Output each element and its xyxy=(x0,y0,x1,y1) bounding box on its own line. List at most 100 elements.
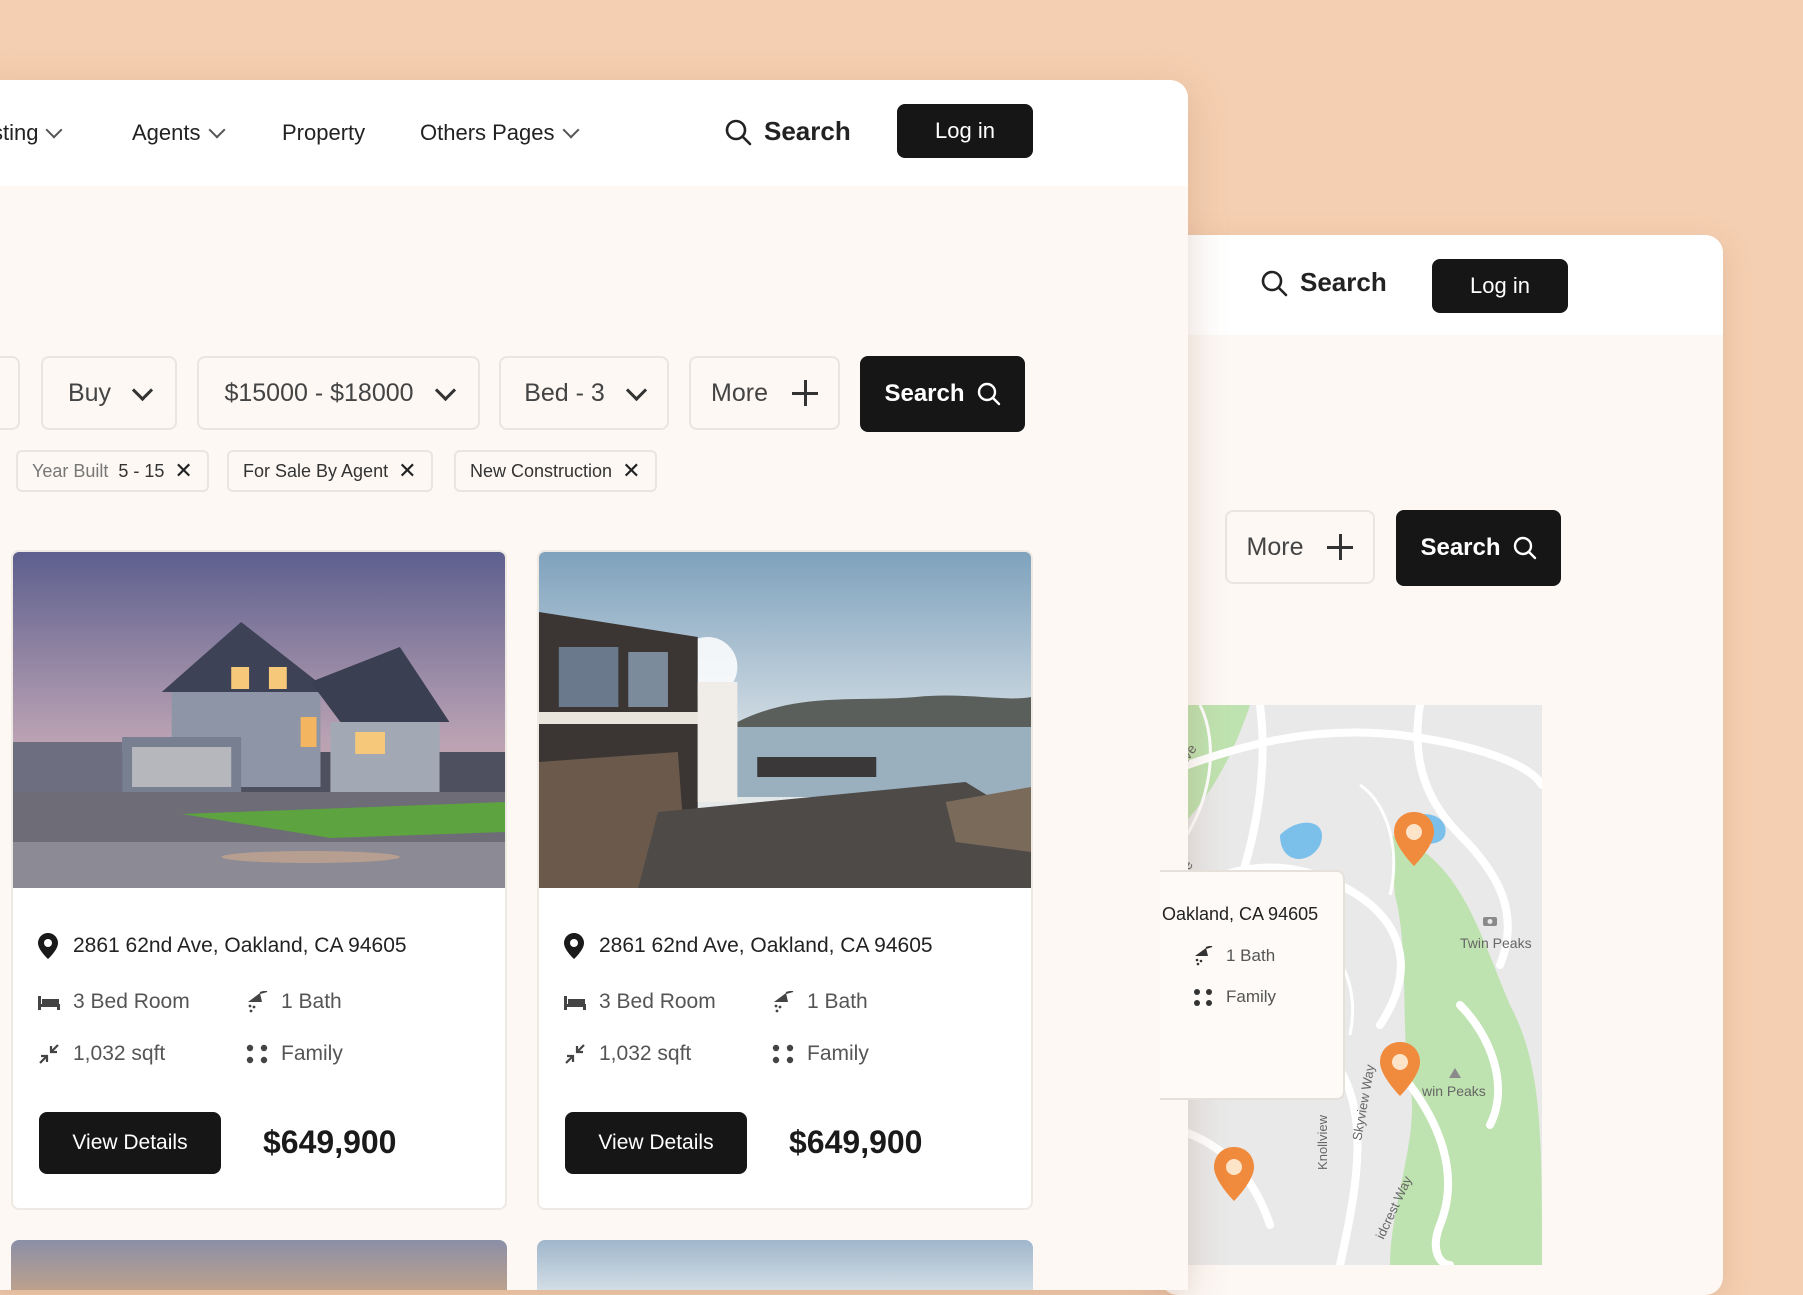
chevron-down-icon xyxy=(434,379,456,401)
listing-area: 1,032 sqft xyxy=(563,1042,691,1066)
listing-address: 2861 62nd Ave, Oakland, CA 94605 xyxy=(563,932,933,960)
listing-card[interactable]: 2861 62nd Ave, Oakland, CA 94605 3 Bed R… xyxy=(11,550,507,1210)
listing-baths: 1 Bath xyxy=(245,990,342,1014)
map-popup-type-label: Family xyxy=(1226,987,1277,1006)
listing-bedrooms: 3 Bed Room xyxy=(37,990,190,1014)
map-popup-baths-label: 1 Bath xyxy=(1226,946,1276,965)
front-login-button[interactable]: Log in xyxy=(897,104,1033,158)
close-icon[interactable]: ✕ xyxy=(622,460,640,482)
map-pin-icon[interactable] xyxy=(1212,1145,1256,1203)
map-popup-address: Oakland, CA 94605 xyxy=(1162,904,1319,924)
plus-icon xyxy=(1327,534,1354,560)
map-popup-card[interactable]: Oakland, CA 94605 1 Bath Family xyxy=(1160,870,1345,1100)
listing-card-next-row[interactable] xyxy=(11,1240,507,1290)
chip-label: New Construction xyxy=(470,460,613,481)
price-select-value: $15000 - $18000 xyxy=(224,378,414,407)
listing-type: Family xyxy=(245,1042,343,1066)
nav-item-label: Others Pages xyxy=(420,120,555,145)
listing-type-label: Family xyxy=(807,1042,869,1065)
shower-icon xyxy=(248,991,268,1013)
view-details-button[interactable]: View Details xyxy=(565,1112,747,1174)
type-select[interactable]: Buy xyxy=(41,356,177,430)
chevron-down-icon xyxy=(562,121,580,139)
nav-item-label: Property xyxy=(282,120,366,145)
plus-icon xyxy=(791,380,818,406)
listing-area-label: 1,032 sqft xyxy=(73,1042,166,1065)
close-icon[interactable]: ✕ xyxy=(398,460,416,482)
back-login-label: Log in xyxy=(1470,273,1530,298)
listing-bedrooms-label: 3 Bed Room xyxy=(599,990,716,1013)
search-icon xyxy=(725,119,752,145)
back-nav-search[interactable]: Search xyxy=(1260,267,1387,298)
back-panel: Search Log in More Search Twin Peaks win… xyxy=(1160,235,1723,1295)
close-icon[interactable]: ✕ xyxy=(174,460,192,482)
bed-icon xyxy=(38,996,60,1010)
map-pin-icon[interactable] xyxy=(1392,810,1436,868)
chip-value: 5 - 15 xyxy=(118,460,165,481)
nav-item-property[interactable]: Property xyxy=(282,120,365,146)
search-icon xyxy=(1513,536,1536,560)
property-photo[interactable] xyxy=(539,552,1031,888)
resize-icon xyxy=(39,1044,59,1064)
search-icon xyxy=(1261,270,1288,296)
front-login-label: Log in xyxy=(935,118,995,143)
map-street-label: Knollview xyxy=(1314,1115,1330,1170)
chevron-down-icon xyxy=(131,379,154,401)
nav-item-agents[interactable]: Agents xyxy=(132,120,225,146)
listing-baths: 1 Bath xyxy=(771,990,868,1014)
location-pin-icon xyxy=(38,933,58,959)
map-popup-type: Family xyxy=(1192,987,1276,1007)
price-select[interactable]: $15000 - $18000 xyxy=(197,356,480,430)
listing-card-next-row[interactable] xyxy=(537,1240,1033,1290)
filter-chip-year-built[interactable]: Year Built 5 - 15 ✕ xyxy=(16,450,209,492)
listing-address-text: 2861 62nd Ave, Oakland, CA 94605 xyxy=(599,934,933,957)
nav-item-label: sting xyxy=(0,120,39,145)
view-details-button[interactable]: View Details xyxy=(39,1112,221,1174)
listing-price: $649,900 xyxy=(263,1124,397,1160)
bed-icon xyxy=(564,996,586,1010)
more-filter-button[interactable]: More xyxy=(689,356,840,430)
back-search-button[interactable]: Search xyxy=(1396,510,1561,586)
chip-label: For Sale By Agent xyxy=(243,460,389,481)
filter-chip-for-sale-by-agent[interactable]: For Sale By Agent ✕ xyxy=(227,450,433,492)
camera-icon xyxy=(1483,917,1497,926)
filter-search-button[interactable]: Search xyxy=(860,356,1025,432)
nav-item-listing[interactable]: sting xyxy=(0,120,63,146)
map-pin-icon[interactable] xyxy=(1378,1040,1422,1098)
location-pin-icon xyxy=(564,933,584,959)
listing-area-label: 1,032 sqft xyxy=(599,1042,692,1065)
listing-bedrooms-label: 3 Bed Room xyxy=(73,990,190,1013)
front-nav-search-label: Search xyxy=(764,116,851,146)
back-more-label: More xyxy=(1246,532,1304,561)
type-select-value: Buy xyxy=(67,378,112,407)
more-filter-label: More xyxy=(711,378,768,407)
view-details-label: View Details xyxy=(598,1131,714,1154)
family-icon xyxy=(772,1044,794,1064)
listing-area: 1,032 sqft xyxy=(37,1042,165,1066)
listing-price: $649,900 xyxy=(789,1124,923,1160)
bed-select[interactable]: Bed - 3 xyxy=(499,356,669,430)
listing-baths-label: 1 Bath xyxy=(281,990,342,1013)
filter-chip-new-construction[interactable]: New Construction ✕ xyxy=(454,450,657,492)
listing-bedrooms: 3 Bed Room xyxy=(563,990,716,1014)
family-icon xyxy=(1194,989,1212,1006)
listing-address: 2861 62nd Ave, Oakland, CA 94605 xyxy=(37,932,407,960)
nav-item-label: Agents xyxy=(132,120,201,145)
map-place-label: Twin Peaks xyxy=(1460,935,1532,951)
shower-icon xyxy=(774,991,794,1013)
chevron-down-icon xyxy=(625,379,647,401)
listing-baths-label: 1 Bath xyxy=(807,990,868,1013)
filter-partial[interactable] xyxy=(0,356,20,430)
back-more-filter[interactable]: More xyxy=(1225,510,1375,584)
nav-item-others-pages[interactable]: Others Pages xyxy=(420,120,580,146)
front-nav-search[interactable]: Search xyxy=(724,116,851,147)
map-popup-baths: 1 Bath xyxy=(1192,946,1275,966)
back-nav-search-label: Search xyxy=(1300,267,1387,297)
front-navbar: sting Agents Property Others Pages Searc… xyxy=(0,80,1188,186)
back-login-button[interactable]: Log in xyxy=(1432,259,1568,313)
bed-select-value: Bed - 3 xyxy=(524,378,605,407)
property-photo[interactable] xyxy=(13,552,505,888)
chip-label: Year Built xyxy=(32,460,109,481)
map-place-label: win Peaks xyxy=(1422,1083,1486,1099)
listing-card[interactable]: 2861 62nd Ave, Oakland, CA 94605 3 Bed R… xyxy=(537,550,1033,1210)
